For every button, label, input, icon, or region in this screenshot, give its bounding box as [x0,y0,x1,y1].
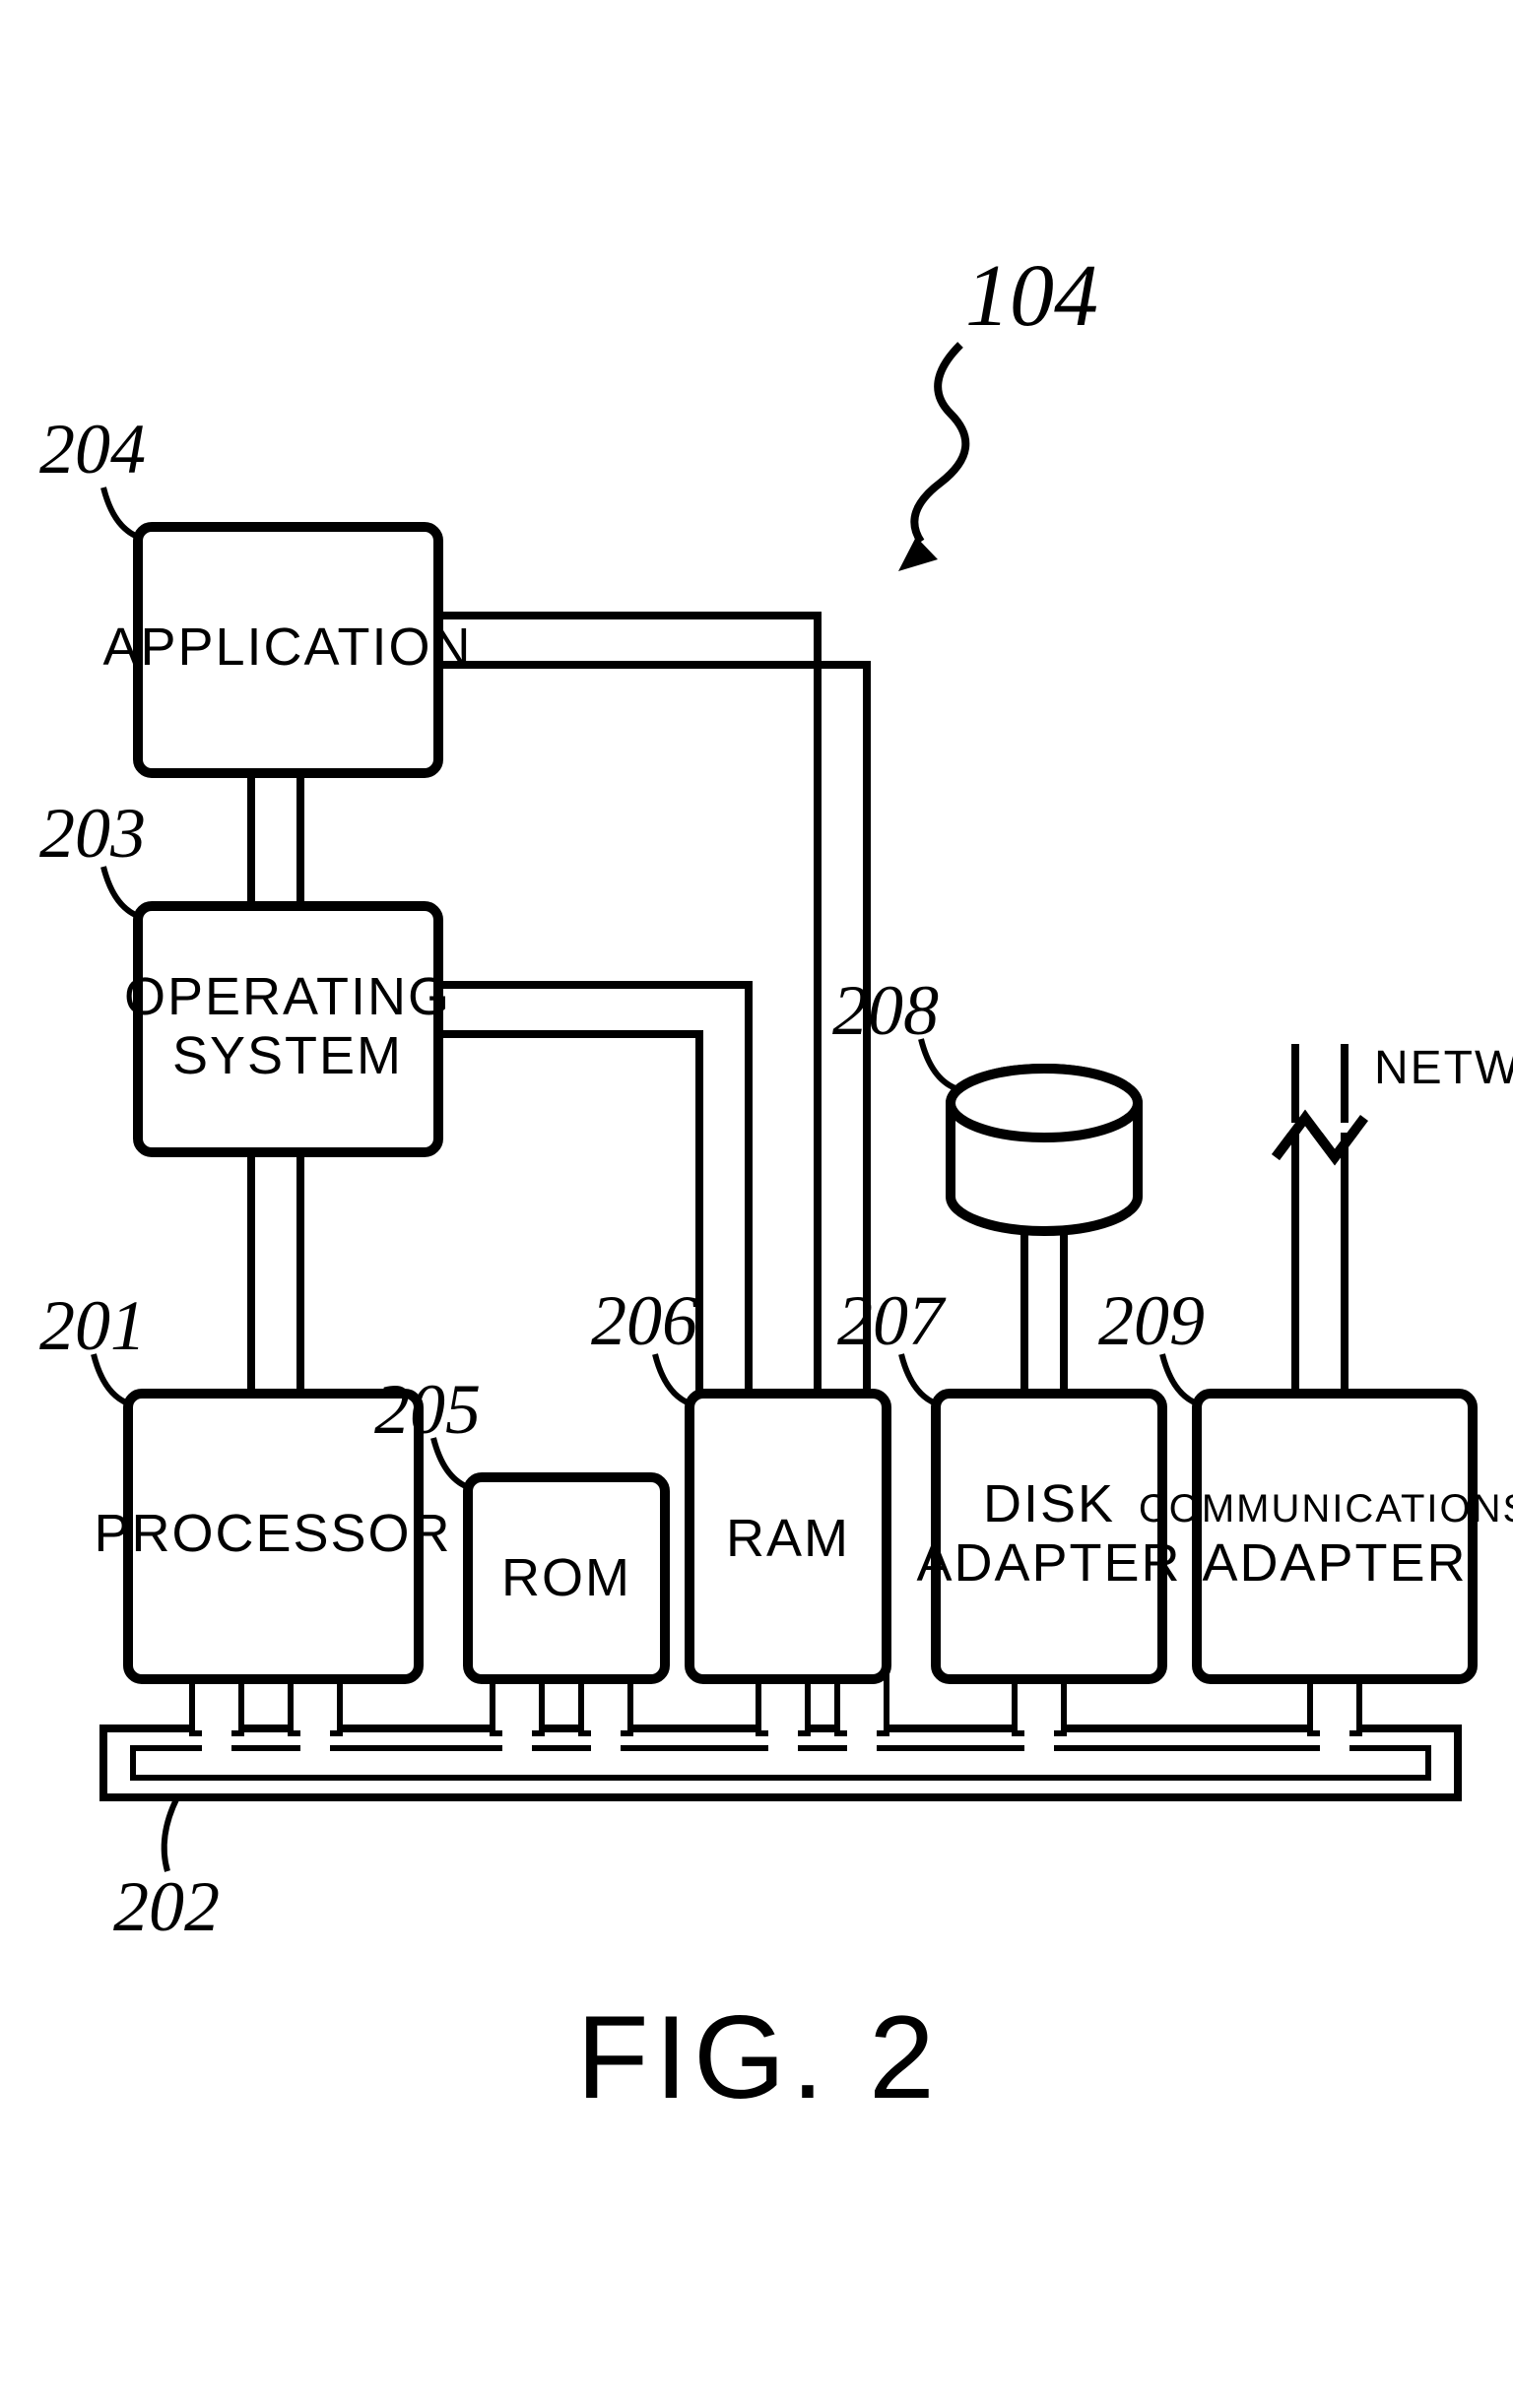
callout-209: 209 [1098,1281,1205,1360]
callout-leader-209 [1162,1354,1197,1403]
network-label: NETWORK [1374,1042,1513,1094]
callout-203: 203 [39,794,146,873]
disk-label-1: DISK [983,1474,1115,1533]
os-label-2: SYSTEM [172,1026,403,1085]
diagram-canvas: APPLICATION 204 OPERATING SYSTEM 203 PRO… [0,0,1513,2408]
callout-207: 207 [837,1281,947,1360]
rom-label: ROM [501,1548,631,1607]
callout-208: 208 [832,971,939,1050]
comms-label-2: ADAPTER [1202,1533,1467,1593]
callout-205: 205 [374,1370,481,1449]
callout-204: 204 [39,410,146,488]
callout-leader-202 [164,1797,177,1871]
disk-cylinder-icon [951,1069,1138,1231]
comms-label-1: COMMUNICATIONS [1139,1487,1513,1530]
callout-leader-207 [901,1354,936,1403]
figure-caption: FIG. 2 [576,1991,940,2123]
processor-label: PROCESSOR [94,1504,451,1563]
application-label: APPLICATION [102,618,472,677]
squiggle-arrow [914,345,965,542]
ram-label: RAM [726,1509,850,1568]
callout-206: 206 [591,1281,697,1360]
figure-ref-callout: 104 [965,247,1098,345]
os-label-1: OPERATING [124,967,451,1026]
callout-leader-204 [103,488,138,537]
disk-label-2: ADAPTER [916,1533,1181,1593]
callout-202: 202 [113,1867,220,1946]
callout-201: 201 [39,1286,146,1365]
callout-leader-206 [655,1354,690,1403]
callout-leader-203 [103,867,138,916]
